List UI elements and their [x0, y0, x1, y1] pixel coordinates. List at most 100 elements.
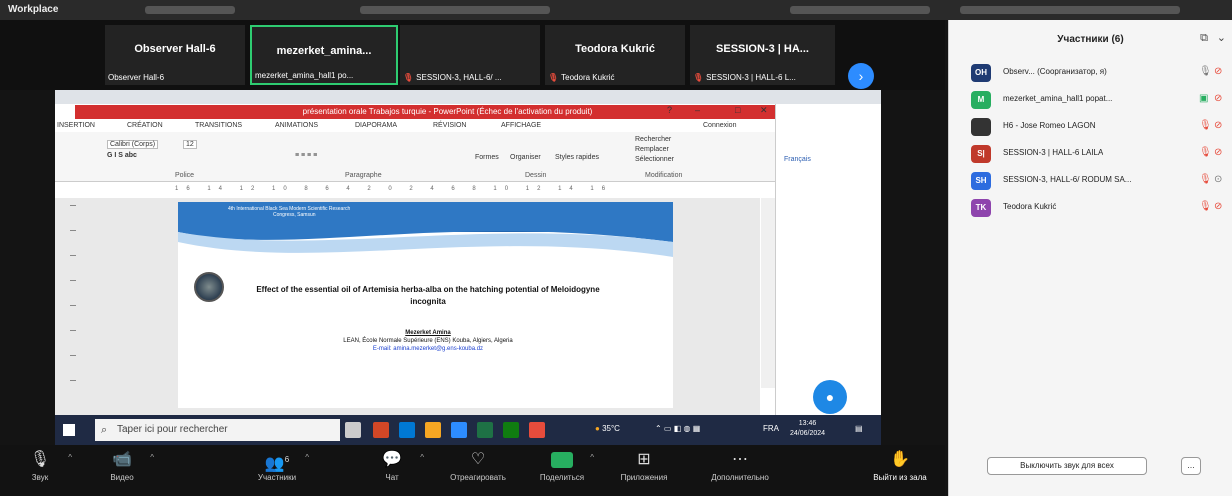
panel-title: Участники (6) [1057, 34, 1124, 45]
popout-icon[interactable]: ⧉ [1200, 32, 1208, 45]
windows-start-icon[interactable] [63, 424, 75, 436]
task-view-icon[interactable] [345, 422, 361, 438]
reactions-label: Отреагировать [450, 473, 506, 482]
excel-icon[interactable] [477, 422, 493, 438]
participant-row[interactable]: SH SESSION-3, HALL-6/ RODUM SA... 🎙 ⊙ [949, 168, 1232, 194]
thumbnail-teodora[interactable]: Teodora Kukrić 🎙 Teodora Kukrić [545, 25, 685, 85]
account-link[interactable]: Connexion [703, 122, 736, 129]
powerpoint-title-bar: présentation orale Trabajos turquie - Po… [75, 105, 820, 119]
align-buttons[interactable]: ≡ ≡ ≡ ≡ [295, 152, 317, 159]
tab-transitions[interactable]: TRANSITIONS [195, 122, 242, 129]
maximize-icon[interactable]: □ [735, 105, 740, 115]
notification-icon[interactable]: ▤ [855, 424, 863, 433]
apps-button[interactable]: ⊞ Приложения [612, 447, 676, 482]
help-icon[interactable]: ? [667, 105, 672, 115]
thumbnail-observer[interactable]: Observer Hall-6 Observer Hall-6 [105, 25, 245, 85]
participant-row[interactable]: TK Teodora Kukrić 🎙 ⊘ [949, 195, 1232, 221]
thumbnail-label: mezerket_amina_hall1 po... [255, 71, 354, 80]
group-paragraphe: Paragraphe [345, 172, 382, 179]
next-page-button[interactable]: › [848, 63, 874, 89]
powerpoint-icon[interactable] [373, 422, 389, 438]
participant-name: Teodora Kukrić [1003, 202, 1057, 211]
slide-header-text: Congress, Samsun [273, 212, 316, 218]
heart-icon: ♡ [470, 451, 486, 468]
font-size-select[interactable]: 12 [183, 140, 197, 149]
app-icon[interactable] [503, 422, 519, 438]
select-button[interactable]: Sélectionner [635, 156, 674, 163]
tab-revision[interactable]: RÉVISION [433, 122, 466, 129]
chevron-up-icon[interactable]: ^ [150, 453, 154, 462]
tab-diaporama[interactable]: DIAPORAMA [355, 122, 397, 129]
replace-button[interactable]: Remplacer [635, 146, 669, 153]
participant-row[interactable]: M mezerket_amina_hall1 popat... ▣ ⊘ [949, 87, 1232, 113]
more-button[interactable]: ⋯ Дополнительно [700, 447, 780, 482]
language-indicator[interactable]: FRA [763, 424, 779, 433]
camera-off-icon: ⊘ [1214, 66, 1223, 77]
folder-icon[interactable] [425, 422, 441, 438]
participants-button[interactable]: 👥6 Участники ^ [245, 447, 309, 482]
group-modification: Modification [645, 172, 683, 179]
minimize-icon[interactable]: – [695, 105, 700, 115]
avatar: M [971, 91, 991, 109]
chevron-up-icon[interactable]: ^ [590, 453, 594, 462]
vertical-scrollbar[interactable] [761, 198, 775, 388]
mic-muted-icon: 🎙 [1199, 147, 1212, 158]
chevron-up-icon[interactable]: ^ [68, 453, 72, 462]
zoom-icon[interactable] [451, 422, 467, 438]
zoom-window: Workplace Observer Hall-6 Observer Hall-… [0, 0, 1232, 496]
tab-insertion[interactable]: INSERTION [57, 122, 95, 129]
app-icon[interactable] [529, 422, 545, 438]
taskbar-clock[interactable]: 13:46 24/06/2024 [790, 419, 825, 439]
thumbnail-name: Observer Hall-6 [134, 43, 216, 55]
tray-icons[interactable]: ⌃ ▭ ◧ ◍ ▦ [655, 424, 700, 433]
thumbnail-label: 🎙 Teodora Kukrić [548, 73, 615, 82]
shapes-button[interactable]: Formes [475, 154, 499, 161]
video-button[interactable]: 📹 Видео ^ [90, 447, 154, 482]
participant-row[interactable]: S| SESSION-3 | HALL-6 LAILA 🎙 ⊘ [949, 141, 1232, 167]
thumbnail-mezerket[interactable]: mezerket_amina... mezerket_amina_hall1 p… [250, 25, 398, 85]
camera-off-icon: ⊘ [1214, 120, 1223, 131]
avatar: SH [971, 172, 991, 190]
camera-off-icon: ⊘ [1214, 93, 1223, 104]
share-button[interactable]: Поделиться ^ [530, 447, 594, 482]
collapse-icon[interactable]: ⌄ [1217, 31, 1226, 44]
find-button[interactable]: Rechercher [635, 136, 671, 143]
mute-all-button[interactable]: Выключить звук для всех [987, 457, 1147, 475]
chevron-up-icon[interactable]: ^ [420, 453, 424, 462]
participant-row[interactable]: H6 - Jose Romeo LAGON 🎙 ⊘ [949, 114, 1232, 140]
ribbon-tabs: INSERTION CRÉATION TRANSITIONS ANIMATION… [55, 120, 775, 132]
tab-animations[interactable]: ANIMATIONS [275, 122, 318, 129]
weather-indicator[interactable]: ● 35°C [595, 424, 620, 433]
participant-name: mezerket_amina_hall1 popat... [1003, 94, 1113, 103]
thumbnail-session3-laila[interactable]: SESSION-3 | HA... 🎙 SESSION-3 | HALL-6 L.… [690, 25, 835, 85]
taskbar-search[interactable]: ⌕ Taper ici pour rechercher [95, 419, 340, 441]
participant-row[interactable]: OH Observ... (Соорганизатор, я) 🎙 ⊘ [949, 60, 1232, 86]
leave-room-button[interactable]: ✋ Выйти из зала [860, 447, 940, 482]
participant-name: H6 - Jose Romeo LAGON [1003, 121, 1096, 130]
thumbnail-name: SESSION-3 | HA... [716, 43, 809, 55]
close-icon[interactable]: ✕ [760, 105, 768, 116]
leave-room-label: Выйти из зала [873, 473, 927, 482]
apps-label: Приложения [620, 473, 668, 482]
more-options-button[interactable]: ... [1181, 457, 1201, 475]
slide-canvas[interactable]: 4th International Black Sea Modern Scien… [178, 202, 673, 408]
font-name-select[interactable]: Calibri (Corps) [107, 140, 159, 149]
exit-room-icon: ✋ [890, 451, 910, 468]
chat-button[interactable]: 💬 Чат ^ [360, 447, 424, 482]
reactions-button[interactable]: ♡ Отреагировать [438, 447, 518, 482]
app-icon[interactable] [399, 422, 415, 438]
mic-muted-icon: 🎙 [1199, 120, 1212, 131]
chat-label: Чат [385, 473, 399, 482]
vertical-ruler [70, 205, 76, 381]
quick-styles-button[interactable]: Styles rapides [555, 154, 599, 161]
thumbnail-session3-hall6[interactable]: 🎙 SESSION-3, HALL-6/ ... [400, 25, 540, 85]
arrange-button[interactable]: Organiser [510, 154, 541, 161]
language-select[interactable]: Français [784, 156, 811, 163]
format-buttons[interactable]: G I S abc [107, 152, 137, 159]
chevron-up-icon[interactable]: ^ [305, 453, 309, 462]
tab-creation[interactable]: CRÉATION [127, 122, 163, 129]
chat-bubble-icon[interactable]: ● [813, 380, 847, 414]
audio-button[interactable]: 🎙 Звук ^ [8, 447, 72, 482]
slide-email: E-mail: amina.mezerket@g.ens-kouba.dz [372, 346, 484, 352]
tab-affichage[interactable]: AFFICHAGE [501, 122, 541, 129]
